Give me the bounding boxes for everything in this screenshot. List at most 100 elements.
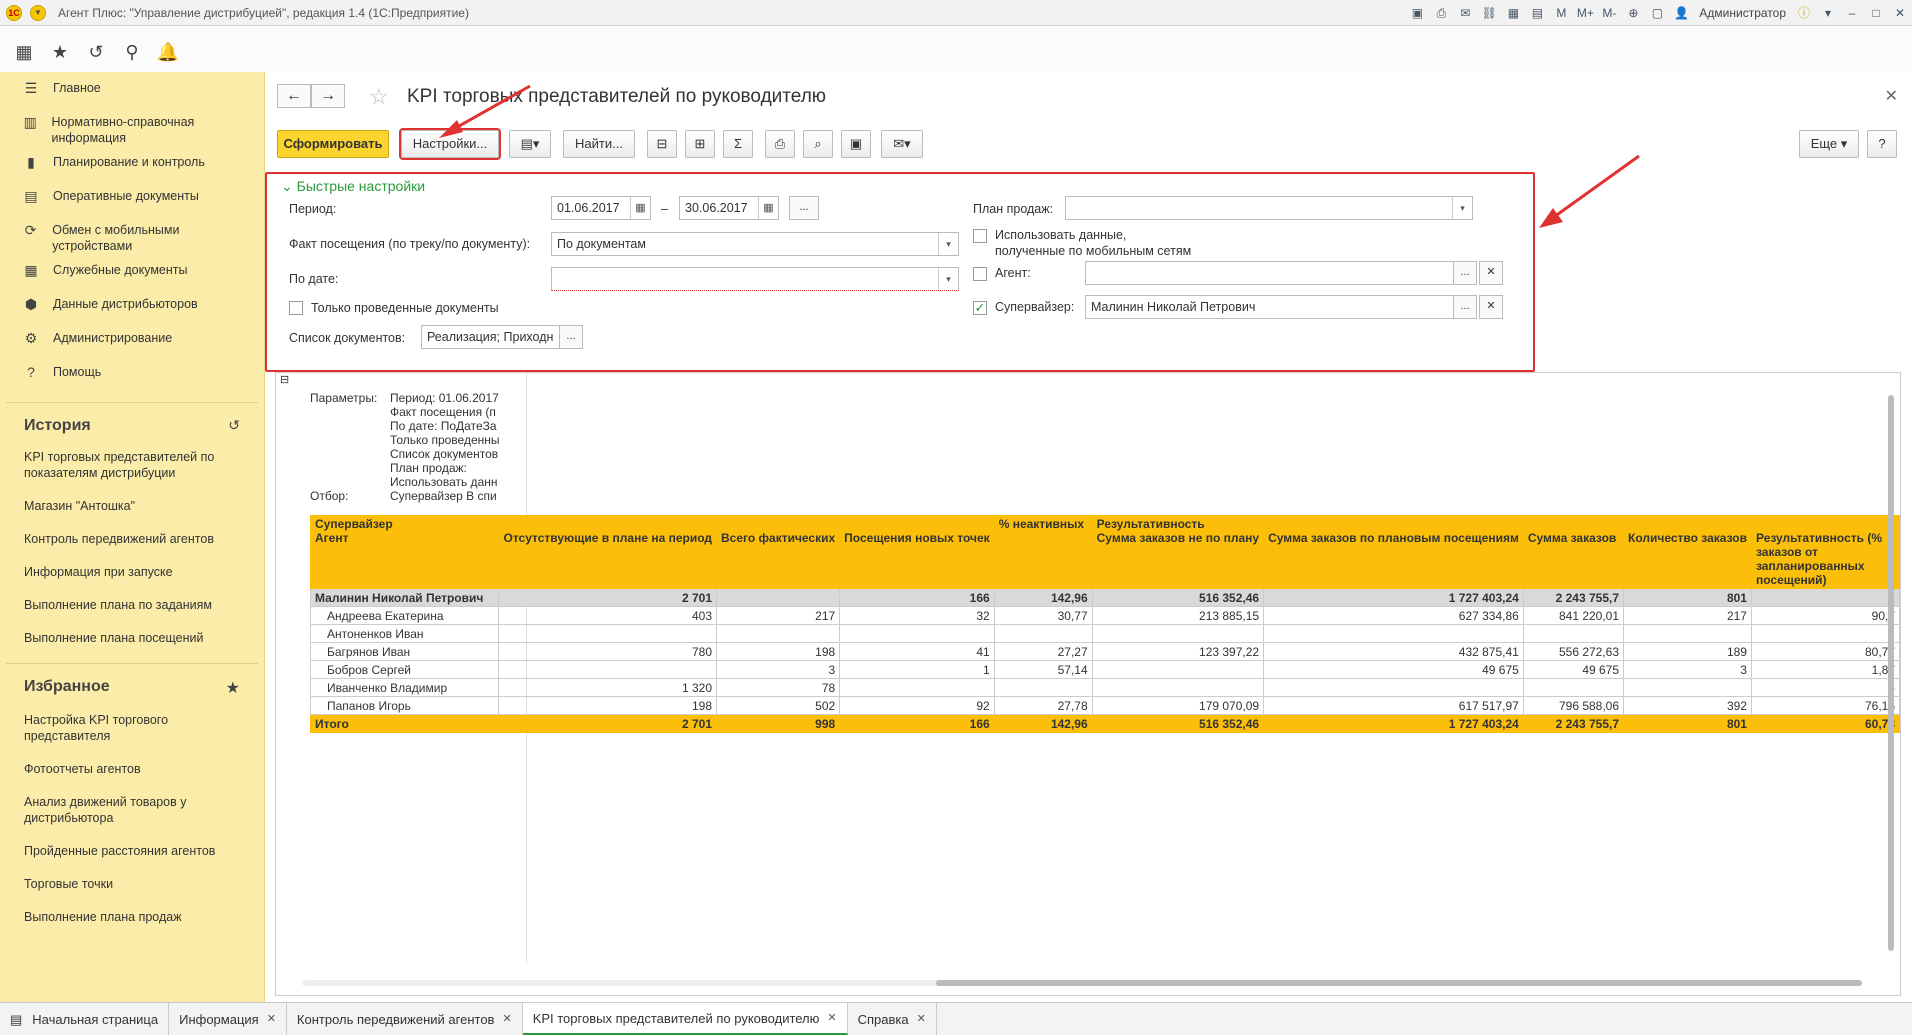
- sidebar-item-mobile[interactable]: ⟳ Обмен с мобильными устройствами: [0, 218, 264, 258]
- horizontal-scrollbar[interactable]: [286, 977, 1880, 989]
- history-item[interactable]: Выполнение плана посещений: [24, 630, 240, 646]
- history-item[interactable]: Контроль передвижений агентов: [24, 531, 240, 547]
- collapse-params-icon[interactable]: ⊟: [280, 373, 289, 386]
- vertical-scrollbar[interactable]: [1886, 377, 1896, 967]
- chevron-down-icon[interactable]: ▾: [938, 268, 958, 290]
- window-icon[interactable]: ▢: [1648, 4, 1666, 22]
- mail-dropdown-icon[interactable]: ✉▾: [881, 130, 923, 158]
- total-row[interactable]: Итого 2 701 998 166 142,96 516 352,46 1 727 40…: [309, 714, 1900, 733]
- supervisor-field[interactable]: Малинин Николай Петрович: [1085, 295, 1455, 319]
- collapse-icon[interactable]: ⊟: [647, 130, 677, 158]
- history-icon[interactable]: ↺: [84, 40, 108, 64]
- save-file-icon[interactable]: ▣: [841, 130, 871, 158]
- table-row[interactable]: Иванченко Владимир1 32078 -: [309, 678, 1900, 697]
- favorite-item[interactable]: Выполнение плана продаж: [24, 909, 240, 925]
- period-from-field[interactable]: 01.06.2017 ▦: [551, 196, 651, 220]
- help-button[interactable]: ?: [1867, 130, 1897, 158]
- history-item[interactable]: Выполнение плана по заданиям: [24, 597, 240, 613]
- chevron-down-icon[interactable]: ▾: [938, 233, 958, 255]
- group-row[interactable]: Малинин Николай Петрович 2 701 166 142,96 51…: [309, 588, 1900, 607]
- preview-icon[interactable]: ⌕: [803, 130, 833, 158]
- mail-icon[interactable]: ✉: [1456, 4, 1474, 22]
- supervisor-checkbox[interactable]: ✓: [973, 301, 987, 315]
- plan-select[interactable]: ▾: [1065, 196, 1473, 220]
- supervisor-clear-icon[interactable]: ✕: [1479, 295, 1503, 319]
- favorite-item[interactable]: Пройденные расстояния агентов: [24, 843, 240, 859]
- close-form-icon[interactable]: ✕: [1885, 86, 1898, 106]
- bydate-select[interactable]: ▾: [551, 267, 959, 291]
- supervisor-select-button[interactable]: ...: [1453, 295, 1477, 319]
- sum-icon[interactable]: Σ: [723, 130, 753, 158]
- close-tab-icon[interactable]: ✕: [267, 1004, 276, 1035]
- vertical-scroll-thumb[interactable]: [1888, 395, 1894, 951]
- doclist-field[interactable]: Реализация; Приходн: [421, 325, 561, 349]
- agent-select-button[interactable]: ...: [1453, 261, 1477, 285]
- search-icon[interactable]: ⚲: [120, 40, 144, 64]
- posted-only-checkbox[interactable]: [289, 301, 303, 315]
- period-to-field[interactable]: 30.06.2017 ▦: [679, 196, 779, 220]
- tab-agent-movements[interactable]: Контроль передвижений агентов ✕: [287, 1003, 523, 1035]
- close-tab-icon[interactable]: ✕: [502, 1004, 511, 1035]
- chevron-down-icon[interactable]: ▾: [1452, 197, 1472, 219]
- add-favorite-star-icon[interactable]: ☆: [369, 84, 389, 110]
- calculator-icon[interactable]: ▤: [1528, 4, 1546, 22]
- sidebar-item-distributors[interactable]: ⬢ Данные дистрибьюторов: [0, 292, 264, 326]
- apps-grid-icon[interactable]: ▦: [12, 40, 36, 64]
- minimize-icon[interactable]: –: [1843, 4, 1861, 22]
- memory-plus-icon[interactable]: M+: [1576, 4, 1594, 22]
- tab-info[interactable]: Информация ✕: [169, 1003, 287, 1035]
- calendar-icon[interactable]: ▦: [1504, 4, 1522, 22]
- generate-button[interactable]: Сформировать: [277, 130, 389, 158]
- back-arrow-icon[interactable]: ←: [277, 84, 311, 108]
- table-row[interactable]: Антоненков Иван: [309, 624, 1900, 643]
- favorite-item[interactable]: Торговые точки: [24, 876, 240, 892]
- memory-minus-icon[interactable]: M-: [1600, 4, 1618, 22]
- history-clock-icon[interactable]: ↺: [228, 417, 240, 435]
- mobile-data-checkbox[interactable]: [973, 229, 987, 243]
- maximize-icon[interactable]: □: [1867, 4, 1885, 22]
- agent-clear-icon[interactable]: ✕: [1479, 261, 1503, 285]
- calendar-icon[interactable]: ▦: [758, 197, 778, 219]
- zoom-icon[interactable]: ⊕: [1624, 4, 1642, 22]
- horizontal-scroll-thumb[interactable]: [936, 980, 1862, 986]
- link-icon[interactable]: ⛓: [1480, 4, 1498, 22]
- sidebar-item-reference[interactable]: ▥ Нормативно-справочная информация: [0, 110, 264, 150]
- doclist-select-button[interactable]: ...: [559, 325, 583, 349]
- tab-home[interactable]: ▤ Начальная страница: [0, 1003, 170, 1035]
- table-row[interactable]: Андреева Екатерина 403 217 32 30,77 213 885,1…: [309, 606, 1900, 625]
- favorite-item[interactable]: Фотоотчеты агентов: [24, 761, 240, 777]
- 1c-logo-icon[interactable]: 1С: [6, 5, 22, 21]
- favorite-item[interactable]: Настройка KPI торгового представителя: [24, 712, 240, 744]
- bell-icon[interactable]: 🔔: [156, 40, 180, 64]
- sidebar-item-admin[interactable]: ⚙ Администрирование: [0, 326, 264, 360]
- forward-arrow-icon[interactable]: →: [311, 84, 345, 108]
- more-button[interactable]: Еще ▾: [1799, 130, 1859, 158]
- history-item[interactable]: Информация при запуске: [24, 564, 240, 580]
- quick-settings-title[interactable]: ⌄ Быстрые настройки: [281, 178, 425, 195]
- sidebar-item-help[interactable]: ? Помощь: [0, 360, 264, 394]
- calendar-icon[interactable]: ▦: [630, 197, 650, 219]
- fact-select[interactable]: По документам ▾: [551, 232, 959, 256]
- sidebar-item-service[interactable]: ▦ Служебные документы: [0, 258, 264, 292]
- sidebar-item-planning[interactable]: ▮ Планирование и контроль: [0, 150, 264, 184]
- save-icon[interactable]: ▣: [1408, 4, 1426, 22]
- settings-button[interactable]: Настройки...: [401, 130, 499, 158]
- report-area[interactable]: ⊟ Параметры: Период: 01.06.2017 Факт пос…: [275, 372, 1901, 996]
- variants-dropdown-icon[interactable]: ▤▾: [509, 130, 551, 158]
- memory-icon[interactable]: M: [1552, 4, 1570, 22]
- close-window-icon[interactable]: ✕: [1891, 4, 1909, 22]
- tab-help[interactable]: Справка ✕: [848, 1003, 937, 1035]
- expand-icon[interactable]: ⊞: [685, 130, 715, 158]
- close-tab-icon[interactable]: ✕: [917, 1004, 926, 1035]
- info-icon[interactable]: ⓘ: [1795, 4, 1813, 22]
- user-name[interactable]: Администратор: [1699, 6, 1786, 20]
- table-row[interactable]: Багрянов Иван 780 198 41 27,27 123 397,22 432 …: [309, 642, 1900, 661]
- favorite-item[interactable]: Анализ движений товаров у дистрибьютора: [24, 794, 240, 826]
- agent-field[interactable]: [1085, 261, 1455, 285]
- print-icon[interactable]: ⎙: [1432, 4, 1450, 22]
- close-tab-icon[interactable]: ✕: [827, 1003, 836, 1034]
- table-row[interactable]: Бобров Сергей 3 1 57,14 49 675 49 675 3 1,87: [309, 660, 1900, 679]
- agent-checkbox[interactable]: [973, 267, 987, 281]
- history-item[interactable]: Магазин "Антошка": [24, 498, 240, 514]
- sidebar-item-main[interactable]: ☰ Главное: [0, 76, 264, 110]
